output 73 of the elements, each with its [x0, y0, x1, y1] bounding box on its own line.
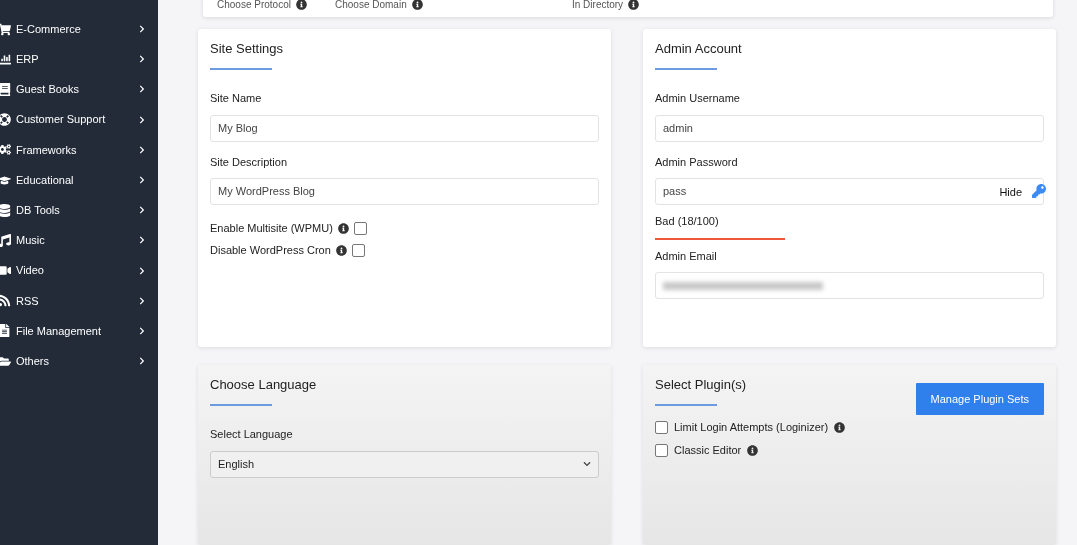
field-label: Choose Domain: [335, 0, 407, 12]
language-select[interactable]: English: [210, 450, 599, 478]
sidebar-item[interactable]: Music: [0, 225, 158, 256]
sidebar-item[interactable]: E-Commerce: [0, 14, 158, 45]
sidebar-item[interactable]: Customer Support: [0, 104, 158, 135]
field-label: Admin Username: [655, 91, 741, 106]
bar-chart-icon: [0, 52, 11, 66]
chevron-right-icon: [138, 55, 146, 64]
sidebar-item[interactable]: ERP: [0, 44, 158, 75]
field-label: Select Language: [210, 427, 294, 442]
card-title: Site Settings: [210, 41, 284, 57]
option-label: Disable WordPress Cron: [210, 242, 331, 258]
folder-icon: [0, 354, 11, 368]
checkbox[interactable]: [353, 221, 367, 235]
option-label: Enable Multisite (WPMU): [210, 220, 333, 236]
chevron-right-icon: [138, 145, 146, 154]
field-label: Site Description: [210, 154, 289, 170]
password-strength: Bad (18/100): [655, 214, 720, 229]
input-field[interactable]: My WordPress Blog: [210, 178, 599, 205]
plugin-label: Limit Login Attempts (Loginizer): [674, 420, 829, 436]
manage-plugin-sets-button[interactable]: Manage Plugin Sets: [915, 383, 1044, 415]
chevron-right-icon: [138, 115, 146, 124]
sidebar-item[interactable]: Frameworks: [0, 134, 158, 165]
input-field[interactable]: admin: [655, 114, 1044, 142]
hide-button[interactable]: Hide: [999, 184, 1022, 201]
book-icon: [0, 82, 11, 96]
sidebar-item[interactable]: RSS: [0, 285, 158, 316]
card-title: Choose Language: [210, 377, 318, 393]
cart-icon: [0, 22, 11, 36]
field-label: In Directory: [572, 0, 624, 12]
music-note-icon: [0, 233, 11, 247]
info-icon: [337, 222, 349, 234]
lifebuoy-icon: [0, 113, 11, 127]
plugin-label: Classic Editor: [674, 443, 742, 459]
chevron-right-icon: [138, 266, 146, 275]
chevron-right-icon: [138, 296, 146, 305]
sidebar-item[interactable]: Others: [0, 346, 158, 377]
sidebar-item[interactable]: Video: [0, 255, 158, 286]
chevron-down-icon: [583, 460, 591, 468]
field-label: Admin Email: [655, 248, 718, 264]
chevron-right-icon: [138, 85, 146, 94]
chevron-right-icon: [138, 357, 146, 366]
input-field[interactable]: My Blog: [210, 114, 599, 142]
info-icon: [628, 0, 640, 10]
checkbox[interactable]: [655, 444, 668, 457]
chevron-right-icon: [138, 25, 146, 34]
card-title: Admin Account: [655, 41, 743, 57]
file-icon: [0, 324, 11, 338]
info-icon: [834, 422, 846, 433]
chevron-right-icon: [138, 236, 146, 245]
field-label: Choose Protocol: [217, 0, 291, 12]
gears-icon: [0, 143, 11, 157]
info-icon: [335, 244, 347, 256]
sidebar-item[interactable]: Guest Books: [0, 74, 158, 105]
sidebar-item[interactable]: File Management: [0, 315, 158, 347]
rss-icon: [0, 294, 11, 308]
sidebar-item[interactable]: DB Tools: [0, 195, 158, 226]
info-icon: [295, 0, 307, 10]
card-title: Select Plugin(s): [655, 377, 747, 393]
chevron-right-icon: [138, 326, 146, 335]
database-icon: [0, 203, 11, 217]
video-camera-icon: [0, 264, 11, 278]
info-icon: [747, 445, 759, 456]
chevron-right-icon: [138, 176, 146, 185]
chevron-right-icon: [138, 206, 146, 215]
email-field[interactable]: [655, 272, 1044, 299]
field-label: Site Name: [210, 91, 263, 106]
key-icon[interactable]: [1032, 184, 1046, 198]
info-icon: [411, 0, 423, 10]
field-label: Admin Password: [655, 154, 739, 170]
checkbox[interactable]: [351, 243, 365, 257]
checkbox[interactable]: [655, 421, 668, 434]
sidebar-item[interactable]: Educational: [0, 164, 158, 196]
